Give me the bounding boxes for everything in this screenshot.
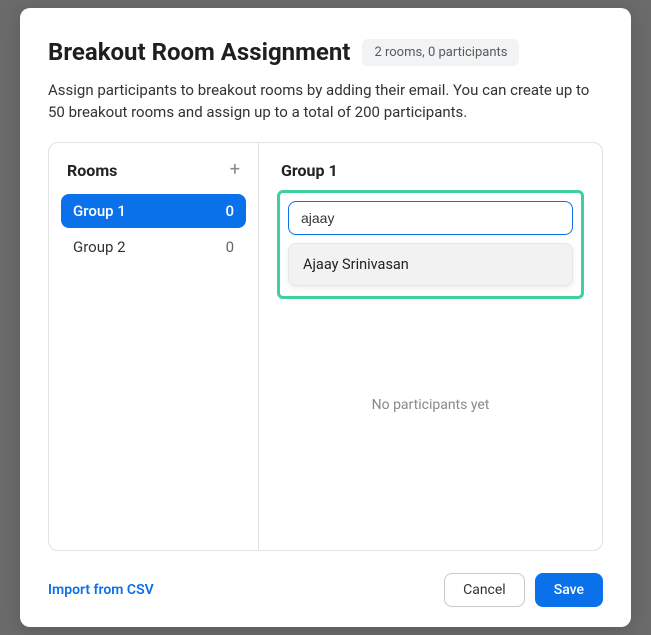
detail-panel: Group 1 Ajaay Srinivasan No participants… xyxy=(259,143,602,551)
add-room-icon[interactable]: + xyxy=(230,161,240,179)
modal-footer: Import from CSV Cancel Save xyxy=(48,551,603,607)
search-highlight-box: Ajaay Srinivasan xyxy=(277,190,584,299)
modal-header: Breakout Room Assignment 2 rooms, 0 part… xyxy=(48,38,603,66)
import-csv-link[interactable]: Import from CSV xyxy=(48,582,154,598)
save-button[interactable]: Save xyxy=(535,573,603,607)
modal-title: Breakout Room Assignment xyxy=(48,38,350,66)
cancel-button[interactable]: Cancel xyxy=(444,573,525,607)
room-item-group-2[interactable]: Group 2 0 xyxy=(61,230,246,264)
rooms-header: Rooms + xyxy=(61,161,246,180)
empty-participants-text: No participants yet xyxy=(277,339,584,473)
suggestion-item[interactable]: Ajaay Srinivasan xyxy=(289,244,572,285)
room-count: 0 xyxy=(225,202,234,220)
footer-buttons: Cancel Save xyxy=(444,573,603,607)
room-name: Group 1 xyxy=(73,202,126,220)
room-summary-badge: 2 rooms, 0 participants xyxy=(362,39,519,66)
room-item-group-1[interactable]: Group 1 0 xyxy=(61,194,246,228)
rooms-panel: Rooms + Group 1 0 Group 2 0 xyxy=(49,143,259,551)
suggestion-dropdown: Ajaay Srinivasan xyxy=(288,243,573,286)
participant-search-input[interactable] xyxy=(288,201,573,235)
room-count: 0 xyxy=(226,238,234,256)
detail-group-title: Group 1 xyxy=(277,161,584,180)
breakout-modal: Breakout Room Assignment 2 rooms, 0 part… xyxy=(20,8,631,627)
rooms-title: Rooms xyxy=(67,161,117,180)
modal-description: Assign participants to breakout rooms by… xyxy=(48,80,603,124)
room-name: Group 2 xyxy=(73,238,126,256)
panels-container: Rooms + Group 1 0 Group 2 0 Group 1 Ajaa… xyxy=(48,142,603,552)
